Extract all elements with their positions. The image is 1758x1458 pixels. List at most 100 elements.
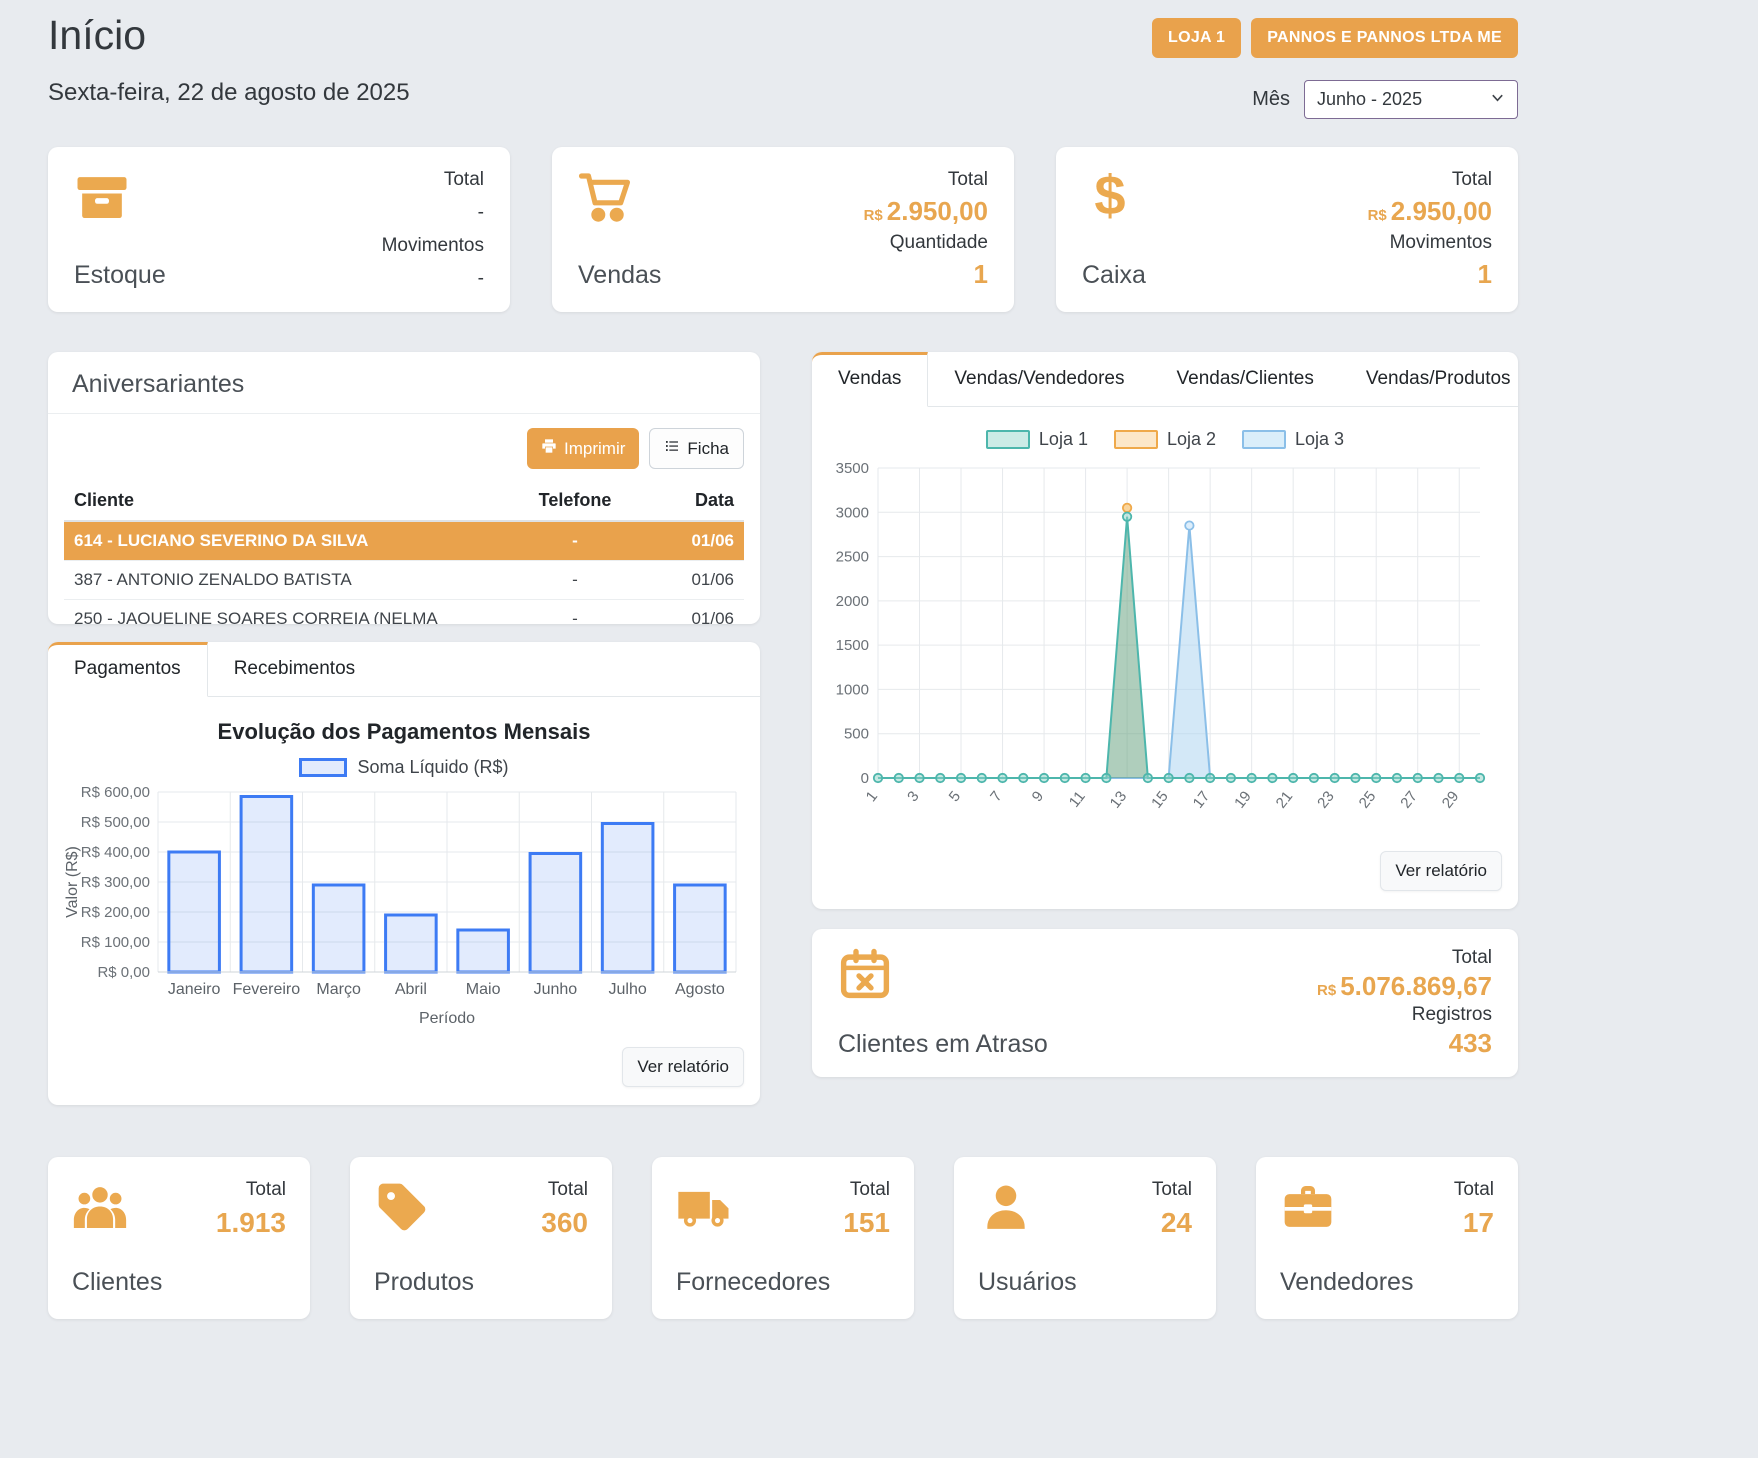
pagamentos-card: Pagamentos Recebimentos Evolução dos Pag…: [48, 642, 760, 1105]
svg-text:15: 15: [1148, 788, 1172, 812]
fornecedores-card: Fornecedores Total 151: [652, 1157, 914, 1319]
svg-text:500: 500: [844, 726, 869, 743]
page-header: Início Sexta-feira, 22 de agosto de 2025…: [48, 12, 1518, 119]
svg-text:3: 3: [904, 788, 923, 805]
cart-icon: [578, 169, 634, 225]
loja2-swatch: [1114, 430, 1158, 449]
caixa-card: $ Caixa Total R$2.950,00 Movimentos 1: [1056, 147, 1518, 312]
briefcase-icon: [1280, 1179, 1336, 1235]
atraso-registros-value: 433: [1317, 1028, 1492, 1059]
svg-text:Janeiro: Janeiro: [168, 981, 221, 998]
loja1-swatch: [986, 430, 1030, 449]
store-button[interactable]: LOJA 1: [1152, 18, 1241, 58]
svg-text:Valor (R$): Valor (R$): [64, 846, 81, 918]
svg-text:R$ 400,00: R$ 400,00: [81, 844, 150, 861]
svg-text:3000: 3000: [836, 504, 869, 521]
list-icon: [664, 438, 680, 459]
svg-text:9: 9: [1029, 788, 1048, 805]
table-row[interactable]: 614 - LUCIANO SEVERINO DA SILVA - 01/06: [64, 522, 744, 561]
pagamentos-report-button[interactable]: Ver relatório: [622, 1047, 744, 1087]
svg-text:0: 0: [861, 770, 869, 787]
col-cliente: Cliente: [74, 490, 500, 511]
bar-chart-title: Evolução dos Pagamentos Mensais: [48, 719, 760, 745]
svg-text:Maio: Maio: [466, 981, 501, 998]
col-telefone: Telefone: [500, 490, 650, 511]
svg-text:7: 7: [987, 788, 1006, 805]
produtos-total-value: 360: [541, 1207, 588, 1239]
svg-text:2500: 2500: [836, 549, 869, 566]
vendas-label: Vendas: [578, 261, 661, 290]
svg-text:Agosto: Agosto: [675, 981, 725, 998]
produtos-total-label: Total: [541, 1179, 588, 1201]
month-select-value: Junho - 2025: [1317, 89, 1422, 110]
svg-text:R$ 100,00: R$ 100,00: [81, 934, 150, 951]
month-filter: Mês Junho - 2025: [1252, 80, 1518, 119]
tab-vendas[interactable]: Vendas: [812, 352, 928, 407]
estoque-total-label: Total: [382, 169, 484, 191]
svg-text:Fevereiro: Fevereiro: [233, 981, 301, 998]
vendedores-card: Vendedores Total 17: [1256, 1157, 1518, 1319]
svg-text:13: 13: [1107, 788, 1131, 812]
dashboard-page: Início Sexta-feira, 22 de agosto de 2025…: [48, 0, 1518, 1319]
month-select[interactable]: Junho - 2025: [1304, 80, 1518, 119]
vendas-total-label: Total: [864, 169, 988, 191]
estoque-total-value: -: [382, 202, 484, 224]
vendedores-label: Vendedores: [1280, 1268, 1413, 1297]
top-stat-cards: Estoque Total - Movimentos - Vendas Tota…: [48, 147, 1518, 312]
tab-vendas-produtos[interactable]: Vendas/Produtos: [1340, 352, 1537, 406]
svg-text:29: 29: [1439, 788, 1463, 812]
legend-loja2: Loja 2: [1114, 429, 1216, 450]
user-icon: [978, 1179, 1034, 1235]
clientes-total-label: Total: [216, 1179, 286, 1201]
imprimir-button[interactable]: Imprimir: [527, 428, 639, 469]
people-icon: [72, 1179, 128, 1235]
svg-text:R$ 500,00: R$ 500,00: [81, 814, 150, 831]
svg-text:$: $: [1094, 169, 1125, 225]
svg-text:R$ 200,00: R$ 200,00: [81, 904, 150, 921]
aniversariantes-card: Aniversariantes Imprimir Ficha: [48, 352, 760, 624]
svg-text:Março: Março: [316, 981, 361, 998]
vendedores-total-label: Total: [1454, 1179, 1494, 1201]
fornecedores-label: Fornecedores: [676, 1268, 830, 1297]
legend-loja1: Loja 1: [986, 429, 1088, 450]
caixa-label: Caixa: [1082, 261, 1146, 290]
printer-icon: [541, 438, 557, 459]
chevron-down-icon: [1490, 89, 1505, 110]
clientes-atraso-card: Clientes em Atraso Total R$5.076.869,67 …: [812, 929, 1518, 1077]
vendas-tabs: Vendas Vendas/Vendedores Vendas/Clientes…: [812, 352, 1518, 407]
truck-icon: [676, 1179, 732, 1235]
table-header: Cliente Telefone Data: [64, 481, 744, 522]
table-row[interactable]: 250 - JAQUELINE SOARES CORREIA (NELMA - …: [64, 600, 744, 624]
usuarios-card: Usuários Total 24: [954, 1157, 1216, 1319]
clientes-card: Clientes Total 1.913: [48, 1157, 310, 1319]
caixa-total-value: R$2.950,00: [1368, 196, 1492, 227]
tab-vendas-vendedores[interactable]: Vendas/Vendedores: [928, 352, 1150, 406]
dollar-icon: $: [1082, 169, 1138, 225]
vendedores-total-value: 17: [1454, 1207, 1494, 1239]
tab-recebimentos[interactable]: Recebimentos: [208, 642, 381, 696]
svg-text:Abril: Abril: [395, 981, 427, 998]
ficha-button[interactable]: Ficha: [649, 428, 744, 469]
pagamentos-tabs: Pagamentos Recebimentos: [48, 642, 760, 697]
estoque-movimentos-label: Movimentos: [382, 235, 484, 257]
current-date: Sexta-feira, 22 de agosto de 2025: [48, 79, 410, 107]
company-button[interactable]: PANNOS E PANNOS LTDA ME: [1251, 18, 1518, 58]
vendas-quantidade-value: 1: [864, 259, 988, 290]
table-row[interactable]: 387 - ANTONIO ZENALDO BATISTA - 01/06: [64, 561, 744, 600]
atraso-registros-label: Registros: [1317, 1004, 1492, 1026]
fornecedores-total-label: Total: [843, 1179, 890, 1201]
svg-text:1500: 1500: [836, 637, 869, 654]
header-left: Início Sexta-feira, 22 de agosto de 2025: [48, 12, 410, 119]
tab-pagamentos[interactable]: Pagamentos: [48, 642, 208, 697]
page-title: Início: [48, 12, 410, 59]
clientes-label: Clientes: [72, 1268, 162, 1297]
usuarios-total-label: Total: [1152, 1179, 1192, 1201]
tab-vendas-clientes[interactable]: Vendas/Clientes: [1151, 352, 1340, 406]
vendas-report-button[interactable]: Ver relatório: [1380, 851, 1502, 891]
bottom-stat-cards: Clientes Total 1.913 Produtos Total 360: [48, 1157, 1518, 1319]
vendas-chart-card: Vendas Vendas/Vendedores Vendas/Clientes…: [812, 352, 1518, 909]
svg-text:1000: 1000: [836, 681, 869, 698]
vendas-quantidade-label: Quantidade: [864, 232, 988, 254]
soma-liquido-label: Soma Líquido (R$): [357, 757, 508, 778]
atraso-total-value: R$5.076.869,67: [1317, 971, 1492, 1002]
